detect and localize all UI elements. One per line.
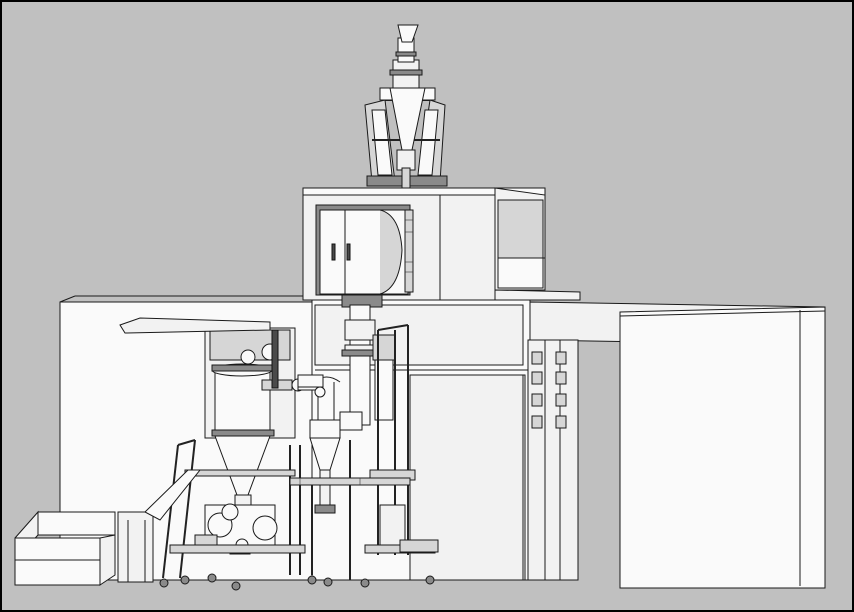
central-cabinet bbox=[311, 299, 531, 581]
louvre-column bbox=[527, 339, 579, 581]
cad-scene bbox=[0, 0, 854, 612]
cad-viewport[interactable] bbox=[0, 0, 854, 612]
drum-cabinet bbox=[315, 204, 414, 296]
